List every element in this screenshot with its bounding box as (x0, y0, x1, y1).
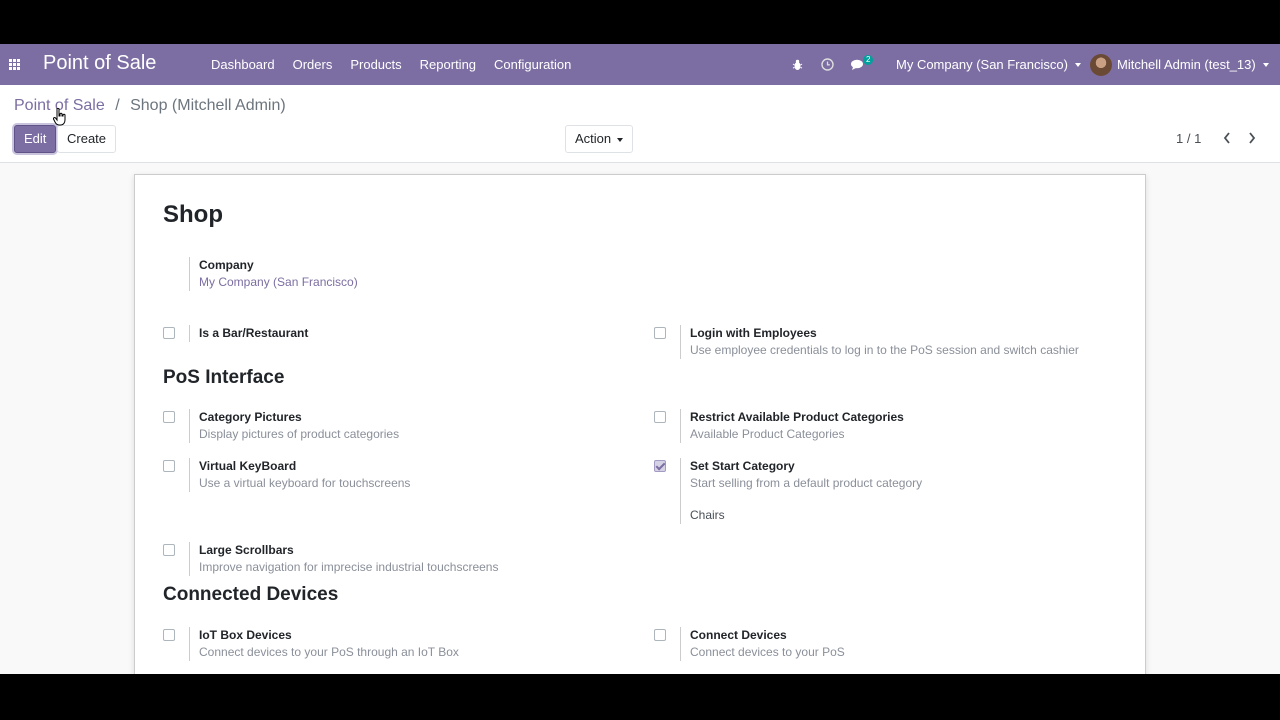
company-name: My Company (San Francisco) (896, 57, 1068, 72)
category-pictures-label: Category Pictures (199, 410, 302, 424)
section-pos-interface: PoS Interface (163, 367, 285, 388)
iot-box-box: IoT Box Devices Connect devices to your … (189, 627, 459, 661)
virtual-keyboard-desc: Use a virtual keyboard for touchscreens (199, 476, 411, 490)
login-employees-desc: Use employee credentials to log in to th… (690, 343, 1079, 357)
restrict-categories-box: Restrict Available Product Categories Av… (680, 409, 904, 443)
user-menu[interactable]: Mitchell Admin (test_13) (1090, 44, 1269, 85)
record-title: Shop (163, 201, 223, 228)
messages-badge: 2 (863, 54, 874, 65)
menu-orders[interactable]: Orders (293, 57, 333, 72)
avatar (1090, 53, 1112, 76)
start-category-checkbox[interactable] (654, 460, 666, 472)
connect-devices-desc: Connect devices to your PoS (690, 645, 845, 659)
messages-icon[interactable]: 2 (851, 44, 874, 85)
bar-restaurant-checkbox[interactable] (163, 327, 175, 339)
top-navbar: Point of Sale Dashboard Orders Products … (0, 44, 1280, 85)
pager-next-icon[interactable] (1248, 132, 1256, 147)
action-label: Action (575, 131, 612, 146)
company-switcher[interactable]: My Company (San Francisco) (896, 44, 1081, 85)
start-category-label: Set Start Category (690, 459, 795, 473)
login-employees-checkbox[interactable] (654, 327, 666, 339)
restrict-categories-desc: Available Product Categories (690, 427, 845, 441)
menu-configuration[interactable]: Configuration (494, 57, 571, 72)
restrict-categories-label: Restrict Available Product Categories (690, 410, 904, 424)
large-scrollbars-box: Large Scrollbars Improve navigation for … (189, 542, 498, 576)
breadcrumb-current: Shop (Mitchell Admin) (130, 97, 286, 114)
main-menu: Dashboard Orders Products Reporting Conf… (211, 57, 589, 72)
company-box: Company My Company (San Francisco) (189, 257, 358, 291)
login-employees-box: Login with Employees Use employee creden… (680, 325, 1079, 359)
chevron-down-icon (1074, 62, 1081, 67)
app-window: Point of Sale Dashboard Orders Products … (0, 44, 1280, 674)
large-scrollbars-desc: Improve navigation for imprecise industr… (199, 560, 499, 574)
activity-clock-icon[interactable] (821, 44, 834, 85)
company-value[interactable]: My Company (San Francisco) (199, 274, 358, 291)
section-connected-devices: Connected Devices (163, 584, 339, 605)
pager-value[interactable]: 1 / 1 (1176, 131, 1201, 146)
login-employees-label: Login with Employees (690, 326, 817, 340)
user-name: Mitchell Admin (test_13) (1117, 57, 1256, 72)
category-pictures-checkbox[interactable] (163, 411, 175, 423)
connect-devices-box: Connect Devices Connect devices to your … (680, 627, 845, 661)
connect-devices-checkbox[interactable] (654, 629, 666, 641)
start-category-value: Chairs (690, 508, 725, 522)
iot-box-desc: Connect devices to your PoS through an I… (199, 645, 459, 659)
bar-restaurant-box: Is a Bar/Restaurant (189, 325, 308, 342)
start-category-box: Set Start Category Start selling from a … (680, 458, 922, 524)
iot-box-label: IoT Box Devices (199, 628, 292, 642)
chevron-down-icon (1262, 62, 1269, 67)
menu-reporting[interactable]: Reporting (420, 57, 476, 72)
restrict-categories-checkbox[interactable] (654, 411, 666, 423)
large-scrollbars-label: Large Scrollbars (199, 543, 294, 557)
action-dropdown[interactable]: Action (565, 125, 634, 153)
bug-icon[interactable] (792, 44, 803, 85)
start-category-desc: Start selling from a default product cat… (690, 476, 923, 490)
large-scrollbars-checkbox[interactable] (163, 544, 175, 556)
virtual-keyboard-label: Virtual KeyBoard (199, 459, 297, 473)
breadcrumb-separator: / (115, 97, 120, 114)
mouse-pointer-icon (52, 107, 67, 131)
virtual-keyboard-checkbox[interactable] (163, 460, 175, 472)
apps-grid-icon[interactable] (9, 59, 20, 70)
connect-devices-label: Connect Devices (690, 628, 787, 642)
app-brand[interactable]: Point of Sale (43, 52, 156, 75)
virtual-keyboard-box: Virtual KeyBoard Use a virtual keyboard … (189, 458, 410, 492)
edit-button[interactable]: Edit (14, 125, 57, 153)
menu-products[interactable]: Products (350, 57, 401, 72)
category-pictures-desc: Display pictures of product categories (199, 427, 400, 441)
form-sheet: Shop Company My Company (San Francisco) … (134, 174, 1146, 674)
control-panel: Point of Sale / Shop (Mitchell Admin) Ed… (0, 85, 1280, 163)
company-label: Company (199, 258, 254, 272)
menu-dashboard[interactable]: Dashboard (211, 57, 275, 72)
chevron-down-icon (617, 137, 624, 142)
pager-previous-icon[interactable] (1223, 132, 1231, 147)
category-pictures-box: Category Pictures Display pictures of pr… (189, 409, 399, 443)
bar-restaurant-label: Is a Bar/Restaurant (199, 326, 309, 340)
iot-box-checkbox[interactable] (163, 629, 175, 641)
